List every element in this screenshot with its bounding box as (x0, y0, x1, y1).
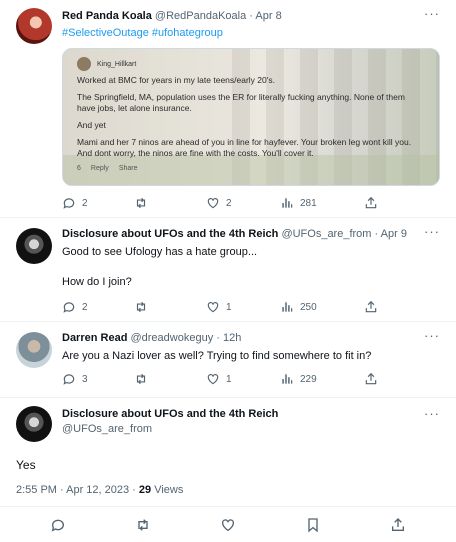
tweet-text: Are you a Nazi lover as well? Trying to … (62, 350, 372, 362)
share-button[interactable] (364, 300, 378, 314)
embedded-actions: 6 Reply Share (77, 163, 425, 174)
retweet-icon (136, 301, 146, 313)
view-count: 229 (300, 373, 317, 385)
embedded-avatar (77, 57, 91, 71)
more-icon[interactable]: ··· (424, 224, 440, 239)
more-icon[interactable]: ··· (424, 406, 440, 421)
embedded-line: And yet (77, 120, 106, 130)
share-icon (365, 372, 377, 385)
embedded-comment: King_Hillkart Worked at BMC for years in… (77, 57, 425, 174)
reply-button[interactable]: 2 (62, 196, 88, 210)
reply-count: 3 (82, 373, 88, 385)
reply-count: 2 (82, 197, 88, 209)
main-action-bar (0, 506, 456, 542)
embedded-line: Mami and her 7 ninos are ahead of you in… (77, 137, 412, 158)
embedded-author: King_Hillkart (97, 60, 137, 68)
view-count: 250 (300, 301, 317, 313)
timestamp[interactable]: 2:55 PM · Apr 12, 2023 · (16, 484, 139, 496)
embedded-line: Worked at BMC for years in my late teens… (77, 75, 275, 85)
separator: · (374, 228, 379, 240)
embedded-reply: Reply (90, 165, 109, 172)
reply-icon (63, 198, 75, 209)
avatar[interactable] (16, 332, 52, 368)
embedded-image[interactable]: King_Hillkart Worked at BMC for years in… (62, 48, 440, 186)
handle[interactable]: @RedPandaKoala (155, 10, 246, 22)
like-icon (207, 302, 219, 313)
timestamp[interactable]: 12h (223, 332, 241, 344)
display-name[interactable]: Disclosure about UFOs and the 4th Reich (62, 228, 278, 240)
views-icon (282, 374, 293, 384)
views-count: 29 (138, 484, 152, 496)
display-name[interactable]: Disclosure about UFOs and the 4th Reich (62, 408, 278, 420)
share-button[interactable] (364, 372, 378, 386)
view-count: 281 (300, 197, 317, 209)
tweet-meta: 2:55 PM · Apr 12, 2023 · 29 Views (16, 484, 183, 496)
tweet-header: Disclosure about UFOs and the 4th Reich … (62, 228, 426, 240)
main-tweet-name: Disclosure about UFOs and the 4th Reich (62, 408, 426, 420)
share-icon (365, 300, 377, 313)
like-count: 2 (226, 197, 232, 209)
reply-icon (63, 302, 75, 313)
tweet[interactable]: Darren Read @dreadwokeguy · 12h ··· Are … (0, 322, 456, 398)
like-button[interactable]: 1 (206, 372, 232, 386)
share-icon[interactable] (390, 517, 406, 533)
timestamp[interactable]: Apr 8 (255, 10, 281, 22)
embedded-likes: 6 (77, 165, 81, 172)
avatar[interactable] (16, 228, 52, 264)
retweet-button[interactable] (134, 196, 154, 210)
views-icon (282, 302, 293, 312)
tweet[interactable]: Disclosure about UFOs and the 4th Reich … (0, 218, 456, 322)
hashtags[interactable]: #SelectiveOutage #ufohategroup (62, 26, 440, 40)
handle[interactable]: @dreadwokeguy (130, 332, 213, 344)
avatar[interactable] (16, 8, 52, 44)
views-button[interactable]: 250 (280, 300, 317, 314)
tweet-header: Darren Read @dreadwokeguy · 12h (62, 332, 426, 344)
retweet-button[interactable] (134, 300, 154, 314)
like-count: 1 (226, 301, 232, 313)
share-icon (365, 196, 377, 209)
views-icon (282, 198, 293, 208)
action-bar: 2 1 250 (62, 300, 440, 316)
retweet-icon (136, 373, 146, 385)
handle[interactable]: @UFOs_are_from (62, 423, 152, 435)
tweet-header: Red Panda Koala @RedPandaKoala · Apr 8 (62, 10, 426, 22)
retweet-button[interactable] (134, 372, 154, 386)
display-name[interactable]: Red Panda Koala (62, 10, 152, 22)
like-button[interactable]: 1 (206, 300, 232, 314)
main-tweet-text: Yes (16, 458, 36, 472)
main-tweet-handle: @UFOs_are_from (62, 423, 426, 435)
embedded-line: The Springfield, MA, population uses the… (77, 92, 405, 113)
action-bar: 3 1 229 (62, 372, 440, 388)
retweet-icon[interactable] (135, 517, 151, 533)
views-label: Views (151, 484, 184, 496)
retweet-icon (136, 197, 146, 209)
like-icon[interactable] (220, 517, 236, 533)
tweet-text: How do I join? (62, 276, 132, 288)
action-bar: 2 2 281 (62, 196, 440, 212)
embedded-share: Share (118, 165, 138, 172)
avatar[interactable] (16, 406, 52, 442)
more-icon[interactable]: ··· (424, 328, 440, 343)
views-button[interactable]: 229 (280, 372, 317, 386)
separator: · (249, 10, 253, 22)
like-button[interactable]: 2 (206, 196, 232, 210)
bookmark-icon[interactable] (305, 517, 321, 533)
more-icon[interactable]: ··· (424, 6, 440, 21)
handle[interactable]: @UFOs_are_from (281, 228, 371, 240)
reply-icon (63, 374, 75, 385)
reply-button[interactable]: 2 (62, 300, 88, 314)
like-icon (207, 198, 219, 209)
reply-icon[interactable] (50, 517, 66, 533)
display-name[interactable]: Darren Read (62, 332, 127, 344)
reply-button[interactable]: 3 (62, 372, 88, 386)
like-icon (207, 374, 219, 385)
like-count: 1 (226, 373, 232, 385)
tweet-text: Good to see Ufology has a hate group... (62, 246, 258, 258)
views-button[interactable]: 281 (280, 196, 317, 210)
separator: · (216, 332, 220, 344)
share-button[interactable] (364, 196, 378, 210)
tweet[interactable]: Red Panda Koala @RedPandaKoala · Apr 8 ·… (0, 0, 456, 218)
reply-count: 2 (82, 301, 88, 313)
timestamp[interactable]: Apr 9 (381, 228, 407, 240)
